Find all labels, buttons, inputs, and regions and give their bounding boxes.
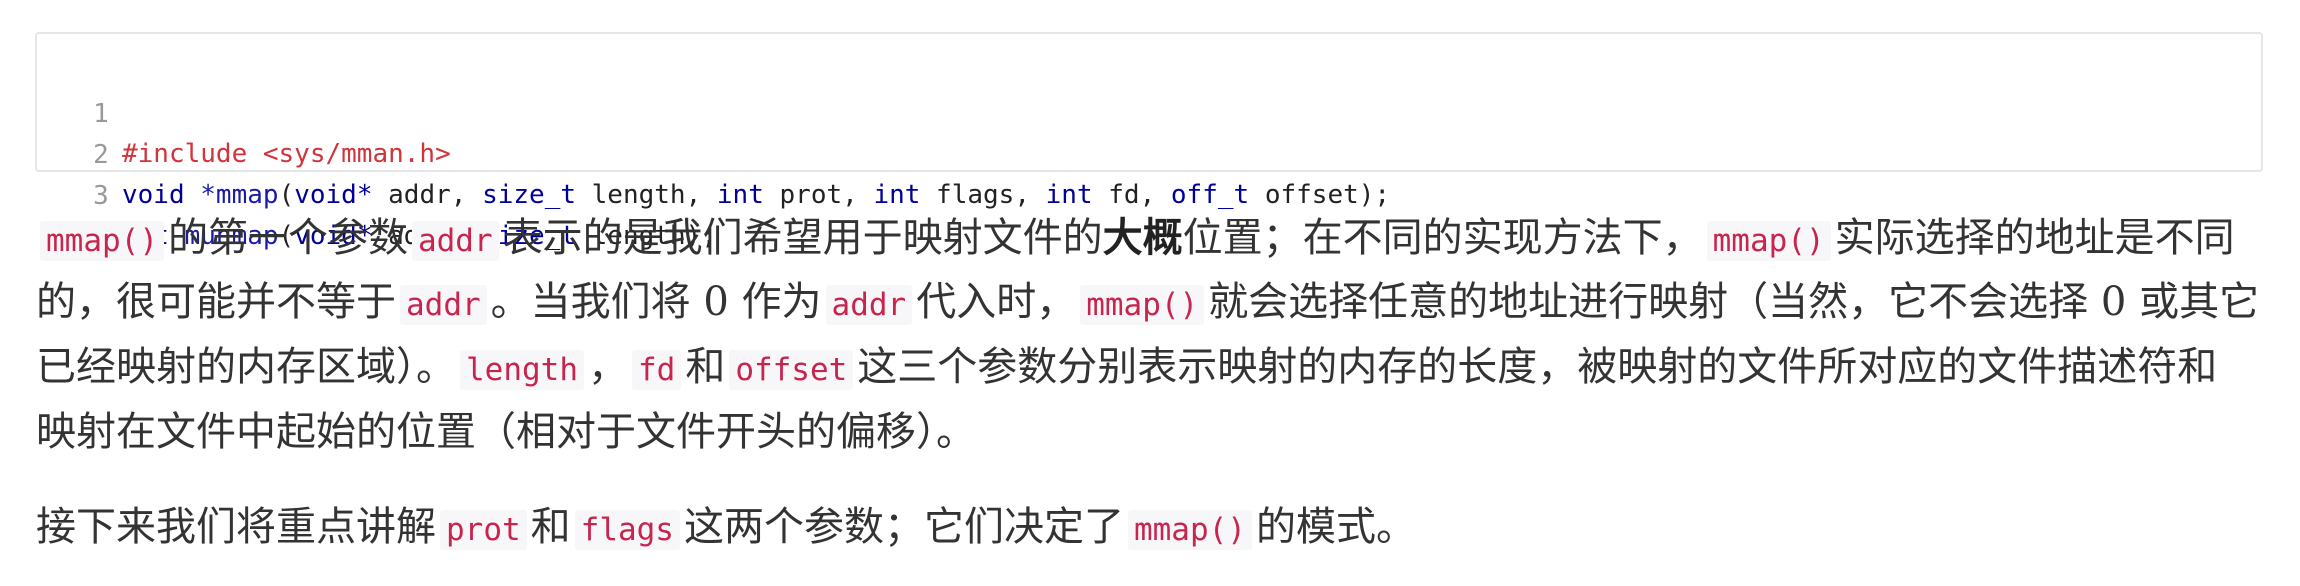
text-run: 的模式。 xyxy=(1255,504,1416,550)
inline-code: mmap() xyxy=(1080,285,1205,325)
text-run: 代入时， xyxy=(916,279,1077,325)
paragraph-line: 接下来我们将重点讲解 prot 和 flags 这两个参数；它们决定了 mmap() 的模式… xyxy=(36,495,1416,563)
inline-code: offset xyxy=(729,350,854,390)
inline-code: prot xyxy=(440,510,527,550)
text-run: 的，很可能并不等于 xyxy=(36,279,396,325)
text-run: 和 xyxy=(530,504,571,550)
inline-code: mmap() xyxy=(40,221,164,261)
text-run: 这两个参数；它们决定了 xyxy=(683,504,1124,550)
paragraph-line: 映射在文件中起始的位置（相对于文件开头的偏移）。 xyxy=(36,400,976,465)
text-run: 就会选择任意的地址进行映射（当然，它不会选择 0 或其它 xyxy=(1208,279,2260,325)
inline-code: mmap() xyxy=(1127,510,1252,550)
paragraph-line: 的，很可能并不等于 addr 。当我们将 0 作为 addr 代入时， mmap() 就会选… xyxy=(36,270,2259,338)
bold-text: 大概 xyxy=(1102,214,1183,261)
code-line-1: 1 #include <sys/mman.h> xyxy=(37,54,451,169)
text-run: ， xyxy=(587,344,628,390)
code-text: #include <sys/mman.h> xyxy=(122,134,451,174)
inline-code: addr xyxy=(411,221,499,261)
inline-code: addr xyxy=(825,285,913,325)
inline-code: addr xyxy=(400,285,487,325)
text-run: 实际选择的地址是不同 xyxy=(1834,215,2235,261)
inline-code: mmap() xyxy=(1706,221,1831,261)
text-run: 映射在文件中起始的位置（相对于文件开头的偏移）。 xyxy=(36,409,976,455)
document-page: 1 #include <sys/mman.h> 2 void *mmap(voi… xyxy=(0,0,2300,586)
paragraph-line: 已经映射的内存区域）。 length， fd 和 offset 这三个参数分别表示映射的内… xyxy=(36,335,2217,403)
inline-code: fd xyxy=(631,350,682,390)
code-line-3: 3 int munmap(void* addr, size_t length); xyxy=(37,136,717,251)
code-token: #include <sys/mman.h> xyxy=(122,139,451,169)
text-run: 位置；在不同的实现方法下， xyxy=(1182,215,1703,261)
inline-code: length xyxy=(460,350,584,390)
text-run: 的第一个参数 xyxy=(167,215,408,261)
text-run: 接下来我们将重点讲解 xyxy=(36,504,436,550)
text-run: 已经映射的内存区域）。 xyxy=(36,344,456,390)
code-line-2: 2 void *mmap(void* addr, size_t length, … xyxy=(37,95,1390,210)
code-block: 1 #include <sys/mman.h> 2 void *mmap(voi… xyxy=(35,32,2263,251)
text-run: 和 xyxy=(685,344,726,390)
text-run: 。当我们将 0 作为 xyxy=(490,279,822,325)
paragraph-line: mmap() 的第一个参数 addr 表示的是我们希望用于映射文件的大概位置；在不同的… xyxy=(36,205,2235,274)
text-run: 这三个参数分别表示映射的内存的长度，被映射的文件所对应的文件描述符和 xyxy=(857,344,2218,390)
text-run: 表示的是我们希望用于映射文件的 xyxy=(502,215,1103,261)
inline-code: flags xyxy=(574,510,680,550)
